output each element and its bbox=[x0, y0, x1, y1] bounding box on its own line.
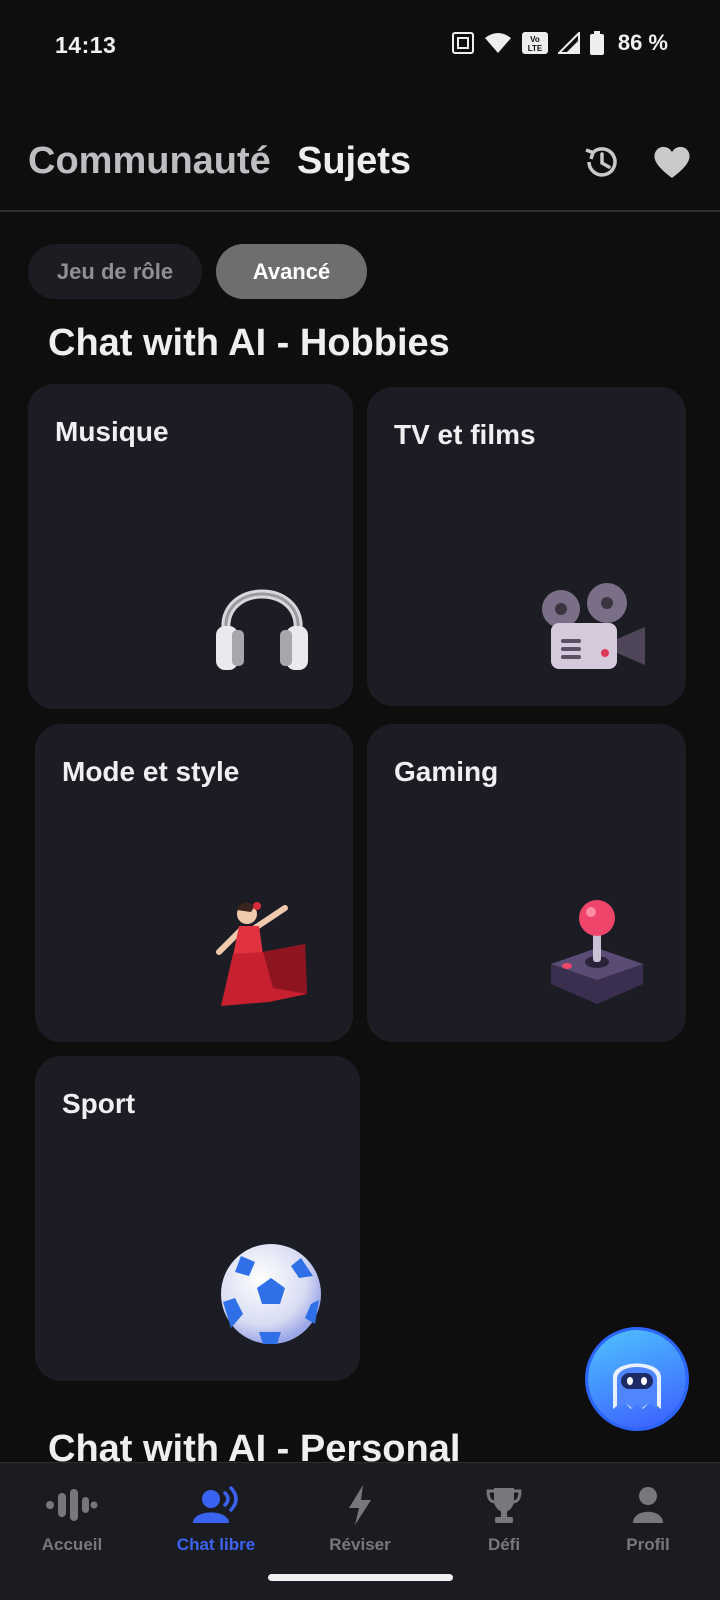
lightning-icon bbox=[345, 1483, 375, 1527]
history-icon bbox=[585, 147, 617, 177]
card-title: Mode et style bbox=[62, 756, 240, 787]
home-indicator[interactable] bbox=[268, 1574, 453, 1581]
trophy-icon bbox=[486, 1483, 522, 1527]
nav-label: Profil bbox=[626, 1535, 670, 1554]
card-title: Sport bbox=[62, 1088, 136, 1119]
volte-icon: Vo LTE bbox=[521, 32, 548, 54]
svg-text:LTE: LTE bbox=[528, 44, 543, 53]
nav-home[interactable]: Accueil bbox=[0, 1463, 144, 1573]
status-time: 14:13 bbox=[55, 32, 117, 58]
card-title: TV et films bbox=[394, 419, 536, 450]
top-header: Communauté Sujets bbox=[0, 120, 720, 212]
tab-topics[interactable]: Sujets bbox=[297, 140, 411, 183]
svg-text:Vo: Vo bbox=[530, 35, 540, 44]
nfc-icon bbox=[451, 32, 474, 54]
heart-icon bbox=[654, 146, 690, 178]
person-icon bbox=[632, 1483, 664, 1527]
dancer-icon bbox=[211, 898, 311, 1015]
nav-label: Réviser bbox=[329, 1535, 391, 1554]
chip-advanced[interactable]: Avancé bbox=[216, 244, 367, 299]
wifi-icon bbox=[484, 33, 511, 53]
nav-label: Accueil bbox=[41, 1535, 103, 1554]
nav-label: Chat libre bbox=[176, 1535, 256, 1554]
card-title: Musique bbox=[55, 416, 169, 447]
chat-bot-icon bbox=[613, 1363, 661, 1409]
joystick-icon bbox=[547, 896, 647, 1013]
history-button[interactable] bbox=[582, 142, 622, 182]
film-projector-icon bbox=[539, 583, 651, 680]
nav-free-chat[interactable]: Chat libre bbox=[144, 1463, 288, 1573]
ai-chat-fab[interactable] bbox=[588, 1330, 686, 1428]
card-title: Gaming bbox=[394, 756, 499, 787]
nav-review[interactable]: Réviser bbox=[288, 1463, 432, 1573]
status-bar: 14:13 Vo LTE 86 % bbox=[0, 0, 720, 92]
nav-profile[interactable]: Profil bbox=[576, 1463, 720, 1573]
battery-percent: 86 % bbox=[617, 30, 668, 55]
topic-card-sport[interactable]: Sport bbox=[35, 1056, 360, 1381]
favorites-button[interactable] bbox=[652, 144, 692, 180]
soccer-ball-icon bbox=[219, 1242, 323, 1351]
status-icons: Vo LTE 86 % bbox=[451, 30, 668, 56]
topic-card-fashion[interactable]: Mode et style bbox=[35, 724, 353, 1042]
section-title-hobbies: Chat with AI - Hobbies bbox=[48, 322, 450, 364]
signal-icon bbox=[557, 32, 580, 54]
nav-label: Défi bbox=[487, 1535, 521, 1554]
nav-challenge[interactable]: Défi bbox=[432, 1463, 576, 1573]
chip-role-play[interactable]: Jeu de rôle bbox=[28, 244, 202, 299]
topic-card-tv-films[interactable]: TV et films bbox=[367, 387, 686, 706]
topic-card-gaming[interactable]: Gaming bbox=[367, 724, 686, 1042]
headphones-icon bbox=[212, 564, 312, 679]
soundwave-icon bbox=[46, 1483, 98, 1527]
battery-icon bbox=[589, 31, 604, 55]
speaking-person-icon bbox=[191, 1483, 241, 1527]
tab-community[interactable]: Communauté bbox=[28, 140, 271, 183]
topic-card-music[interactable]: Musique bbox=[28, 384, 353, 709]
